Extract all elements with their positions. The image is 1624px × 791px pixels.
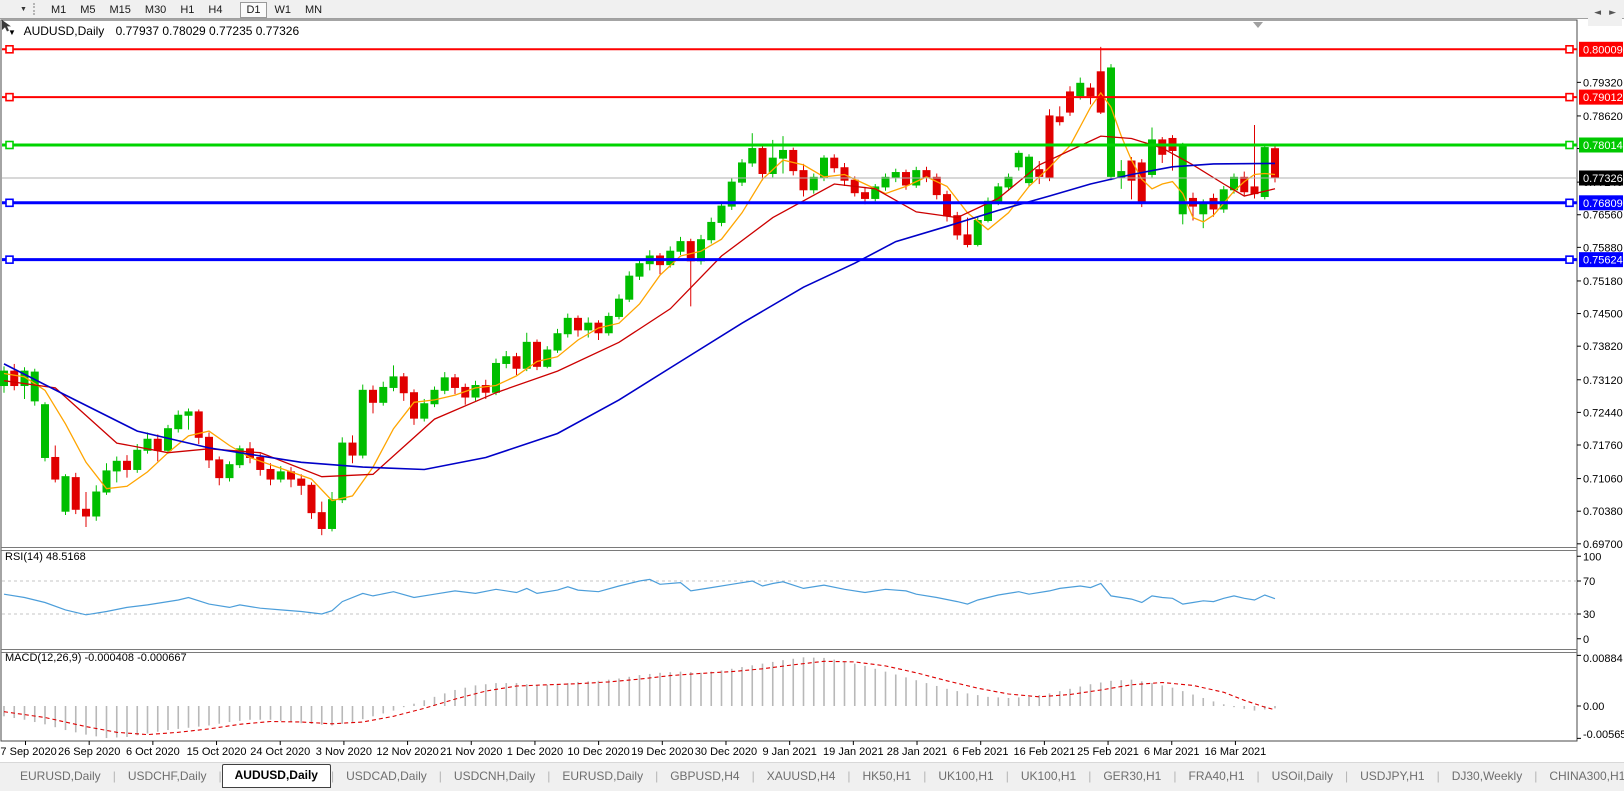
mt4-window: { "toolbar": { "timeframes": ["M1","M5",… xyxy=(0,0,1624,791)
tab-uk100-h1[interactable]: UK100,H1 xyxy=(1009,765,1088,787)
tab-dj30-weekly[interactable]: DJ30,Weekly xyxy=(1440,765,1534,787)
tab-usdcad-daily[interactable]: USDCAD,Daily xyxy=(334,765,439,787)
svg-text:21 Nov 2020: 21 Nov 2020 xyxy=(440,746,502,758)
symbol-tabbar: EURUSD,Daily|USDCHF,Daily|AUDUSD,Daily|U… xyxy=(0,762,1624,789)
timeframe-buttons: M1M5M15M30H1H4 D1W1MN xyxy=(44,0,329,18)
svg-text:0.00: 0.00 xyxy=(1583,701,1604,713)
svg-text:0.69700: 0.69700 xyxy=(1583,539,1623,551)
svg-text:0.70380: 0.70380 xyxy=(1583,506,1623,518)
svg-text:0.75180: 0.75180 xyxy=(1583,276,1623,288)
svg-text:28 Jan 2021: 28 Jan 2021 xyxy=(887,746,948,758)
tab-usdchf-daily[interactable]: USDCHF,Daily xyxy=(116,765,219,787)
svg-text:19 Jan 2021: 19 Jan 2021 xyxy=(823,746,884,758)
tab-china300-h1[interactable]: CHINA300,H1 xyxy=(1537,765,1624,787)
timeframe-d1-button[interactable]: D1 xyxy=(240,2,266,18)
price-axis: 0.793200.786200.779400.772400.765600.758… xyxy=(1577,42,1623,551)
svg-text:0.79320: 0.79320 xyxy=(1583,77,1623,89)
svg-text:6 Mar 2021: 6 Mar 2021 xyxy=(1144,746,1200,758)
svg-text:0.71760: 0.71760 xyxy=(1583,440,1623,452)
svg-text:16 Mar 2021: 16 Mar 2021 xyxy=(1205,746,1267,758)
svg-text:19 Dec 2020: 19 Dec 2020 xyxy=(631,746,693,758)
tab-uk100-h1[interactable]: UK100,H1 xyxy=(926,765,1005,787)
tab-hk50-h1[interactable]: HK50,H1 xyxy=(851,765,924,787)
svg-text:0.73120: 0.73120 xyxy=(1583,375,1623,387)
tab-eurusd-daily[interactable]: EURUSD,Daily xyxy=(550,765,655,787)
timeframe-w1-button[interactable]: W1 xyxy=(269,2,298,18)
chart-shift-marker-icon xyxy=(1253,22,1263,28)
svg-text:30 Dec 2020: 30 Dec 2020 xyxy=(695,746,757,758)
svg-text:0.74500: 0.74500 xyxy=(1583,309,1623,321)
rsi-panel: 100 70 30 0 xyxy=(2,551,1601,646)
svg-text:0.80009: 0.80009 xyxy=(1583,44,1623,56)
tab-gbpusd-h4[interactable]: GBPUSD,H4 xyxy=(658,765,751,787)
svg-text:0.75624: 0.75624 xyxy=(1583,255,1623,267)
svg-text:17 Sep 2020: 17 Sep 2020 xyxy=(0,746,57,758)
svg-text:12 Nov 2020: 12 Nov 2020 xyxy=(376,746,438,758)
symbol-dropdown-icon[interactable]: ▼ xyxy=(8,28,16,37)
timeframe-h4-button[interactable]: H4 xyxy=(202,2,228,18)
svg-text:0.76560: 0.76560 xyxy=(1583,210,1623,222)
svg-text:15 Oct 2020: 15 Oct 2020 xyxy=(187,746,247,758)
timeframe-mn-button[interactable]: MN xyxy=(299,2,328,18)
tab-scroll-controls: ◄ ► xyxy=(1588,0,1622,26)
timeframe-m30-button[interactable]: M30 xyxy=(139,2,172,18)
svg-text:1 Dec 2020: 1 Dec 2020 xyxy=(507,746,563,758)
chart-frame xyxy=(1,20,1577,741)
svg-text:0.77326: 0.77326 xyxy=(1583,173,1623,185)
svg-text:0.78620: 0.78620 xyxy=(1583,111,1623,123)
toolbar-gripper[interactable] xyxy=(33,3,38,15)
tab-xauusd-h4[interactable]: XAUUSD,H4 xyxy=(755,765,848,787)
candles-layer xyxy=(1,47,1279,535)
tab-eurusd-daily[interactable]: EURUSD,Daily xyxy=(8,765,113,787)
svg-text:3 Nov 2020: 3 Nov 2020 xyxy=(316,746,372,758)
macd-indicator-label: MACD(12,26,9) -0.000408 -0.000667 xyxy=(5,652,187,664)
tab-scroll-left-icon[interactable]: ◄ xyxy=(1590,6,1605,20)
tab-audusd-daily[interactable]: AUDUSD,Daily xyxy=(222,764,331,788)
svg-text:6 Feb 2021: 6 Feb 2021 xyxy=(953,746,1009,758)
timeframe-h1-button[interactable]: H1 xyxy=(174,2,200,18)
macd-panel: 0.00884 0.00 -0.005651 xyxy=(4,653,1624,741)
tab-usoil-daily[interactable]: USOil,Daily xyxy=(1260,765,1345,787)
chart-symbol: AUDUSD,Daily xyxy=(24,24,105,38)
rsi-indicator-label: RSI(14) 48.5168 xyxy=(5,551,86,563)
svg-text:24 Oct 2020: 24 Oct 2020 xyxy=(250,746,310,758)
svg-text:0.71060: 0.71060 xyxy=(1583,474,1623,486)
timeframe-m15-button[interactable]: M15 xyxy=(104,2,137,18)
svg-text:0.78014: 0.78014 xyxy=(1583,140,1623,152)
timeframe-m1-button[interactable]: M1 xyxy=(45,2,72,18)
time-axis: 17 Sep 202026 Sep 2020 6 Oct 2020 15 Oct 2… xyxy=(0,741,1266,758)
svg-text:0.73820: 0.73820 xyxy=(1583,341,1623,353)
svg-text:0.76809: 0.76809 xyxy=(1583,198,1623,210)
svg-text:70: 70 xyxy=(1583,576,1595,588)
svg-text:10 Dec 2020: 10 Dec 2020 xyxy=(567,746,629,758)
cursor-dropdown-caret-icon[interactable]: ▼ xyxy=(20,6,27,13)
tab-scroll-right-icon[interactable]: ► xyxy=(1605,6,1620,20)
svg-text:16 Feb 2021: 16 Feb 2021 xyxy=(1013,746,1075,758)
svg-text:25 Feb 2021: 25 Feb 2021 xyxy=(1077,746,1139,758)
svg-text:0.72440: 0.72440 xyxy=(1583,407,1623,419)
tab-ger30-h1[interactable]: GER30,H1 xyxy=(1091,765,1173,787)
svg-text:100: 100 xyxy=(1583,551,1601,563)
chart-canvas[interactable]: 0.793200.786200.779400.772400.765600.758… xyxy=(0,19,1624,760)
svg-text:0.00884: 0.00884 xyxy=(1583,653,1623,665)
crosshair-cursor-icon[interactable] xyxy=(3,2,19,16)
toolbar: ▼ M1M5M15M30H1H4 D1W1MN xyxy=(0,0,1624,19)
svg-text:0.79012: 0.79012 xyxy=(1583,92,1623,104)
tab-usdcnh-daily[interactable]: USDCNH,Daily xyxy=(442,765,547,787)
svg-text:26 Sep 2020: 26 Sep 2020 xyxy=(58,746,120,758)
svg-text:-0.005651: -0.005651 xyxy=(1583,729,1624,741)
tab-fra40-h1[interactable]: FRA40,H1 xyxy=(1176,765,1256,787)
svg-text:6 Oct 2020: 6 Oct 2020 xyxy=(126,746,180,758)
svg-text:9 Jan 2021: 9 Jan 2021 xyxy=(762,746,816,758)
chart-title: ▼ AUDUSD,Daily 0.77937 0.78029 0.77235 0… xyxy=(8,24,299,38)
tab-usdjpy-h1[interactable]: USDJPY,H1 xyxy=(1348,765,1436,787)
moving-averages-layer xyxy=(4,93,1275,501)
svg-text:30: 30 xyxy=(1583,609,1595,621)
svg-text:0: 0 xyxy=(1583,634,1589,646)
chart-ohlc-values: 0.77937 0.78029 0.77235 0.77326 xyxy=(116,24,300,38)
timeframe-m5-button[interactable]: M5 xyxy=(74,2,101,18)
